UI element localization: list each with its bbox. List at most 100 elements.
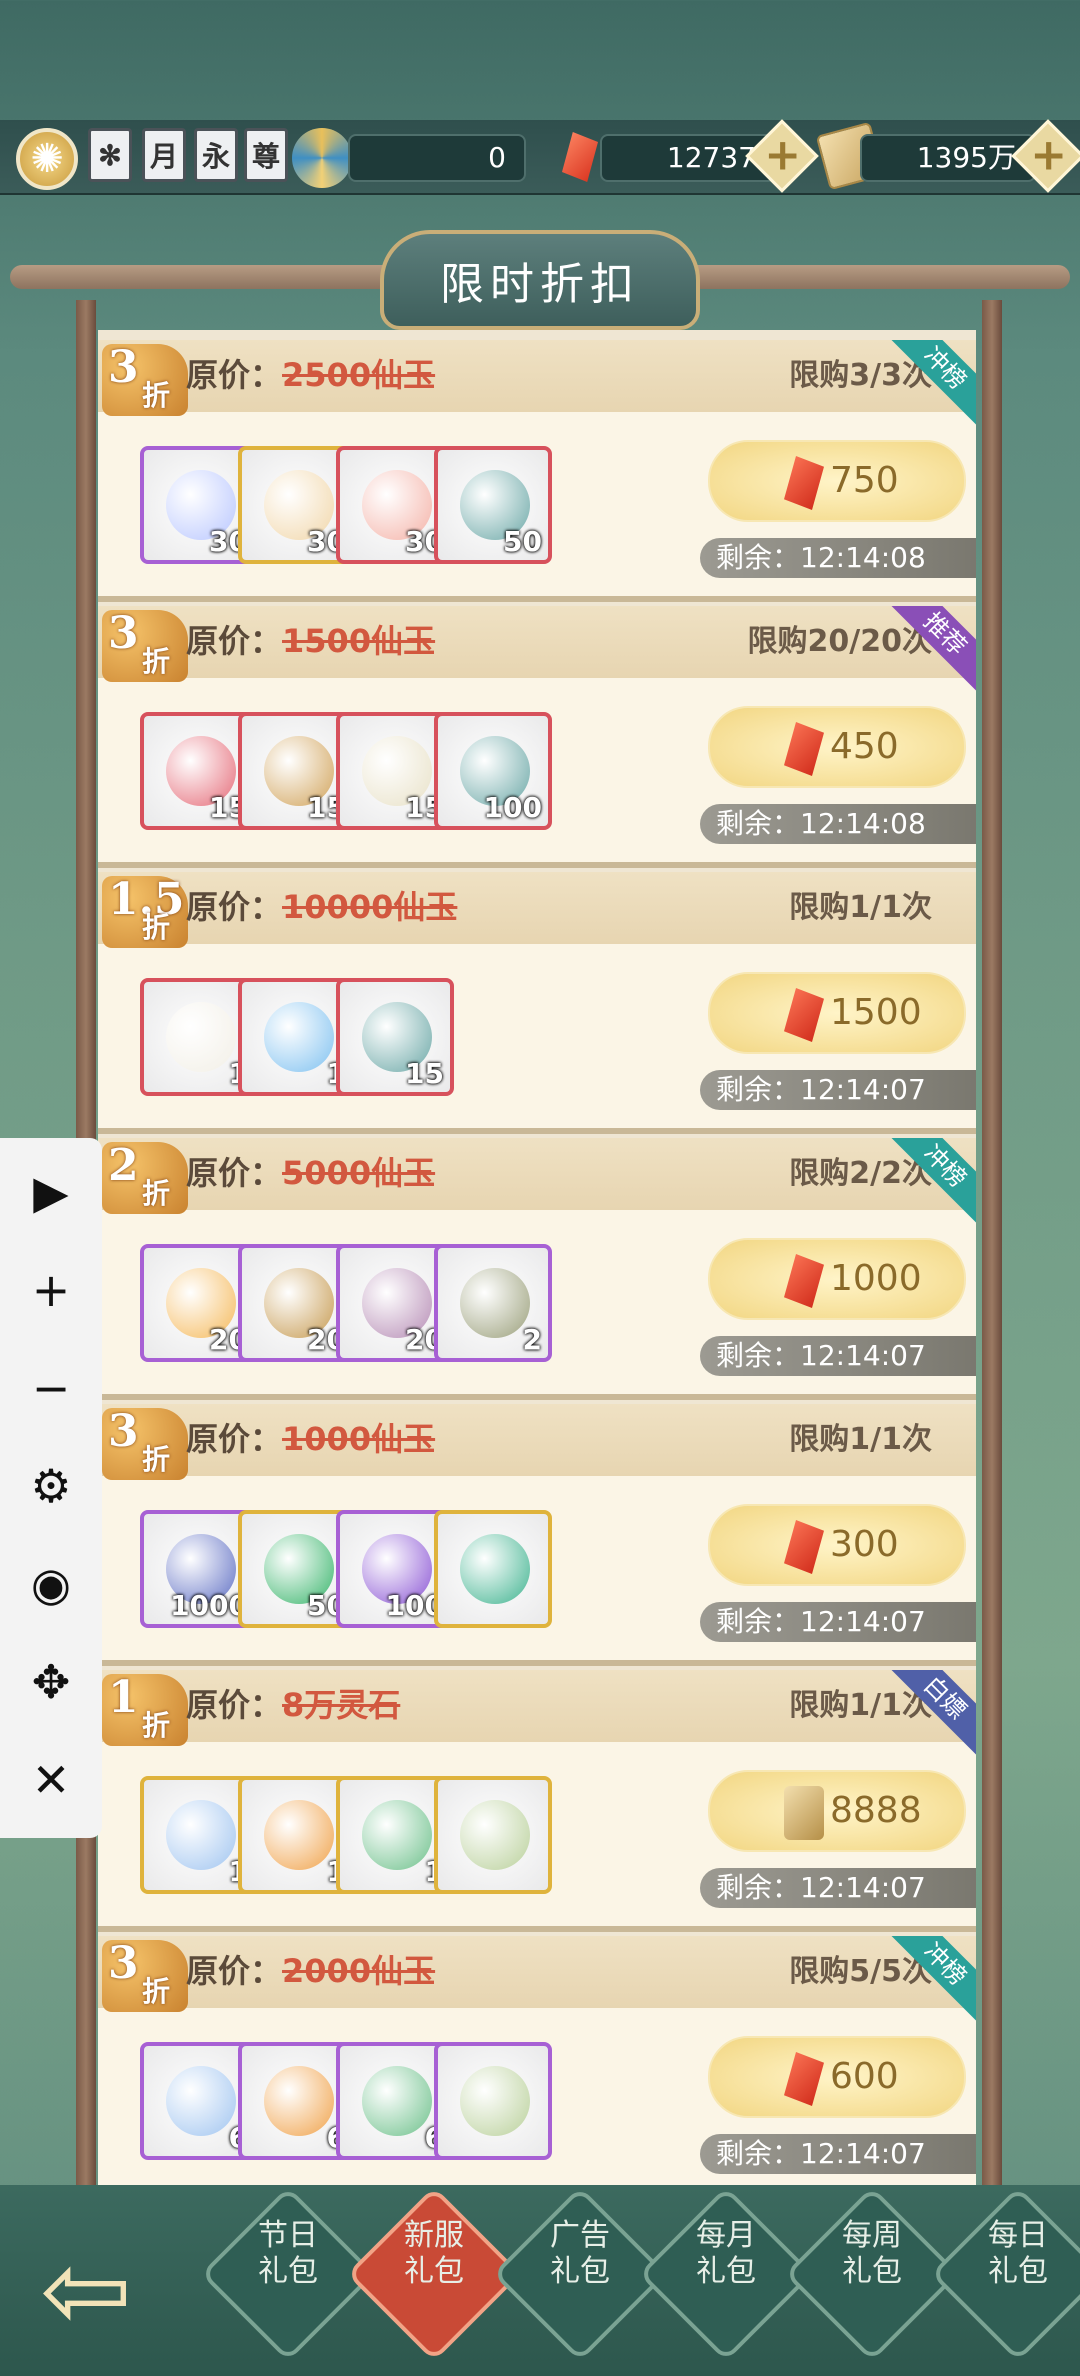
discount-unit: 折 [142,1177,171,1210]
buy-button[interactable]: 750 [708,440,966,522]
buy-button[interactable]: 8888 [708,1770,966,1852]
discount-value: 3 [108,1938,139,1989]
discount-value: 3 [108,1406,139,1457]
discount-tag: 1折 [102,1672,188,1746]
discount-value: 2 [108,1140,139,1191]
buy-price: 450 [830,726,899,767]
discount-unit: 折 [142,1443,171,1476]
item-art-icon [460,1534,530,1604]
offer-card: 1.5折原价：10000仙玉限购1/1次11151500剩余：12:14:07 [98,872,976,1134]
buy-button[interactable]: 450 [708,706,966,788]
item-art-icon [166,2066,236,2136]
spirit-currency-value: 0 [348,134,526,182]
item-art-icon [460,1268,530,1338]
reward-item[interactable] [434,2042,552,2160]
buy-price: 300 [830,1524,899,1565]
offer-card: 3 折原价：1000仙玉 限购1/1次 1000 50 100 300 剩余：12:14:07 [98,1404,976,1666]
purchase-limit: 限购1/1次 [789,890,932,925]
discount-unit: 折 [142,911,171,944]
item-art-icon [166,1800,236,1870]
reward-item[interactable]: 50 [434,446,552,564]
original-price: 原价：2000仙玉 [186,1946,435,1992]
tab-label-line1: 新服 [404,2218,464,2253]
original-price-label: 原价： [186,1952,283,1990]
purchase-limit: 限购1/1次 [789,1422,932,1457]
jade-icon [784,2052,824,2106]
tab-label-line1: 每日 [988,2218,1048,2253]
play-icon[interactable]: ▶ [0,1150,102,1234]
zoom-in-icon[interactable]: + [0,1248,102,1332]
buy-button[interactable]: 1000 [708,1238,966,1320]
buy-button[interactable]: 600 [708,2036,966,2118]
spirit-stone-icon [784,1786,824,1840]
buy-price: 750 [830,460,899,501]
item-art-icon [460,2066,530,2136]
original-price-label: 原价： [186,1420,283,1458]
item-art-icon [264,2066,334,2136]
buy-price: 1000 [830,1258,922,1299]
tab-label-line1: 广告 [550,2218,610,2253]
original-price-label: 原价： [186,622,283,660]
tab-label: 节日 礼包 [226,2218,350,2290]
tab-label-line1: 每月 [696,2218,756,2253]
floating-toolbar: ▶ + − ⚙ ◉ ✥ ✕ [0,1138,102,1838]
original-price-value: 2000仙玉 [282,1952,436,1990]
tab-label-line2: 礼包 [842,2254,902,2289]
reward-item[interactable] [434,1776,552,1894]
reward-item[interactable]: 100 [434,712,552,830]
buy-button[interactable]: 300 [708,1504,966,1586]
item-quantity: 100 [483,791,542,824]
move-icon[interactable]: ✥ [0,1640,102,1724]
page-title: 限时折扣 [380,230,700,330]
status-badge-month[interactable]: 月 [142,128,186,182]
reward-item[interactable]: 2 [434,1244,552,1362]
offer-card: 3折原价：2000仙玉限购5/5次冲榜666600剩余：12:14:07 [98,1936,976,2198]
eye-icon[interactable]: ◉ [0,1542,102,1626]
original-price-label: 原价： [186,356,283,394]
jade-icon [784,1520,824,1574]
original-price-value: 2500仙玉 [282,356,436,394]
item-art-icon [166,1002,236,1072]
buy-button[interactable]: 1500 [708,972,966,1054]
item-quantity: 1000 [170,1589,248,1622]
zoom-out-icon[interactable]: − [0,1346,102,1430]
tab-label-line1: 每周 [842,2218,902,2253]
tab-label: 每日 礼包 [956,2218,1080,2290]
tab-label: 每月 礼包 [664,2218,788,2290]
reward-item[interactable] [434,1510,552,1628]
discount-value: 1 [108,1672,139,1723]
item-quantity: 15 [405,1057,444,1090]
discount-tag: 3折 [102,608,188,682]
plus-icon: + [764,129,802,181]
item-quantity: 2 [522,1323,542,1356]
gear-icon[interactable]: ⚙ [0,1444,102,1528]
settings-gear-icon[interactable]: ✺ [16,128,78,190]
discount-value: 3 [108,608,139,659]
status-badge-1[interactable]: ✻ [88,128,132,182]
tab-label-line2: 礼包 [404,2254,464,2289]
discount-value: 3 [108,342,139,393]
close-icon[interactable]: ✕ [0,1738,102,1822]
original-price-value: 10000仙玉 [282,888,458,926]
item-art-icon [362,1800,432,1870]
reward-item[interactable]: 15 [336,978,454,1096]
original-price: 原价：8万灵石 [186,1680,400,1726]
countdown-timer: 剩余：12:14:07 [700,1070,976,1110]
item-quantity: 50 [503,525,542,558]
offer-card: 3 折原价：2500仙玉 限购3/3次 冲榜 30 30 30 50 750 剩余：12:14:0… [98,340,976,602]
back-arrow-icon[interactable]: ⇦ [40,2235,220,2345]
countdown-timer: 剩余：12:14:07 [700,1336,976,1376]
status-badge-vip[interactable]: 尊 [244,128,288,182]
countdown-timer: 剩余：12:14:07 [700,1602,976,1642]
plus-icon: + [1030,129,1068,181]
tab-label-line2: 礼包 [258,2254,318,2289]
original-price: 原价：2500仙玉 [186,350,435,396]
countdown-timer: 剩余：12:14:08 [700,538,976,578]
original-price: 原价：1500仙玉 [186,616,435,662]
spirit-stone-currency-value: 1395万 [860,134,1036,182]
status-badge-forever[interactable]: 永 [194,128,238,182]
original-price-value: 5000仙玉 [282,1154,436,1192]
discount-tag: 2折 [102,1140,188,1214]
countdown-timer: 剩余：12:14:07 [700,2134,976,2174]
tab-label: 广告 礼包 [518,2218,642,2290]
